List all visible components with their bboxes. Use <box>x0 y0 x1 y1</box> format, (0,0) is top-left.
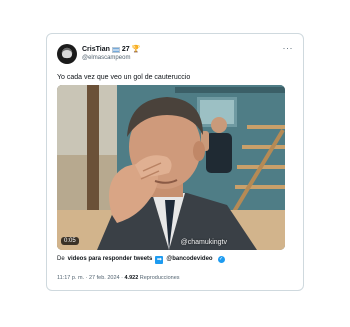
source-prefix: De <box>57 256 65 262</box>
video-watermark: @chamukingtv <box>180 239 227 246</box>
author-name-text: CrisTian <box>82 46 110 53</box>
trophy-icon: 🏆 <box>131 46 141 53</box>
tweet-text: Yo cada vez que veo un gol de cauterucci… <box>57 74 191 81</box>
tweet-card[interactable]: CrisTian 27 🏆 @elmascampeom ··· Yo cada … <box>46 33 304 291</box>
video-source-line: De videos para responder tweets ➡ @banco… <box>57 255 225 264</box>
video-player[interactable]: 0:05 @chamukingtv <box>57 85 285 250</box>
tweet-header: CrisTian 27 🏆 @elmascampeom ··· <box>57 43 295 67</box>
arrow-right-icon: ➡ <box>155 255 164 264</box>
author-display-name[interactable]: CrisTian 27 🏆 <box>82 45 140 54</box>
views-count: 4.922 <box>124 275 139 281</box>
source-link[interactable]: videos para responder tweets <box>68 255 153 264</box>
tweet-date[interactable]: 27 feb. 2024 <box>89 275 120 281</box>
argentina-flag-icon <box>111 46 120 53</box>
tweet-meta: 11:17 p. m. · 27 feb. 2024 · 4.922 Repro… <box>57 274 180 282</box>
video-frame <box>57 85 285 250</box>
verified-badge-icon: ✓ <box>217 256 225 263</box>
author-name-suffix: 27 <box>121 46 130 53</box>
views-label: Reproducciones <box>139 275 180 281</box>
more-options-button[interactable]: ··· <box>283 43 294 53</box>
author-avatar[interactable] <box>57 44 77 64</box>
author-handle[interactable]: @elmascampeom <box>82 54 140 62</box>
author-names: CrisTian 27 🏆 @elmascampeom <box>82 45 140 62</box>
tweet-time[interactable]: 11:17 p. m. <box>57 275 84 281</box>
video-duration-badge: 0:05 <box>61 237 79 245</box>
source-account[interactable]: @bancodevideo <box>166 255 212 264</box>
